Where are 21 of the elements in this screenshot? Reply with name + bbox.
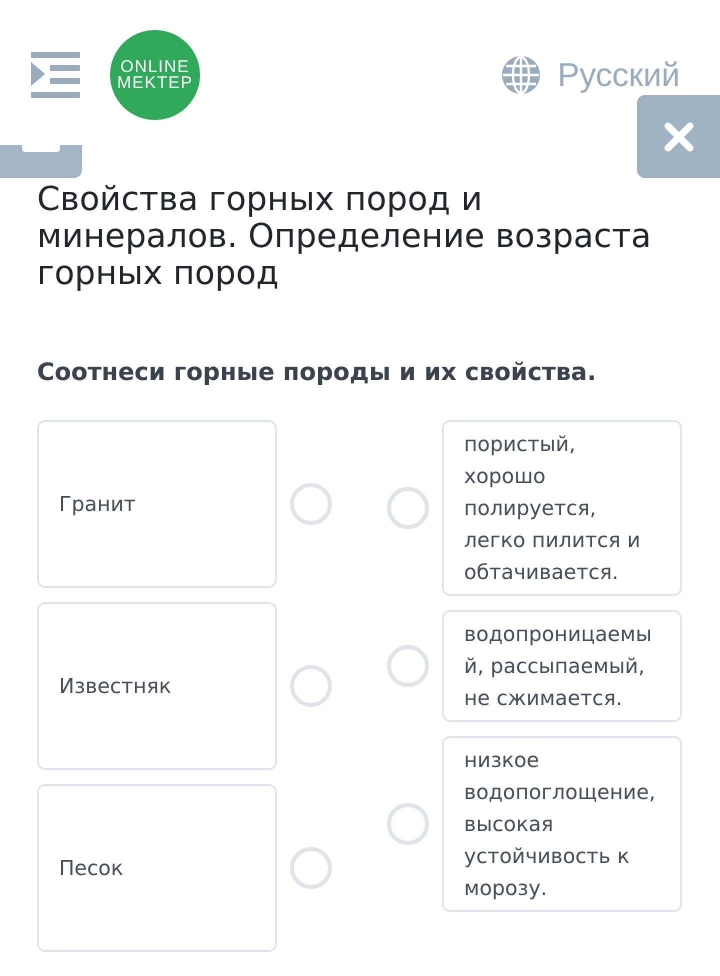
answer-card[interactable]: водопроницаемый, рассыпаемый, не сжимается. [442, 610, 682, 722]
close-icon [664, 122, 694, 152]
page-title: Свойства горных пород и минералов. Определение возраста горных пород [37, 180, 652, 291]
answer-card[interactable]: низкое водопоглощение, высокая устойчивость к морозу. [442, 736, 682, 912]
answer-card[interactable]: Песок [37, 784, 277, 952]
menu-icon[interactable] [31, 52, 81, 98]
logo-text: MEKTEP [117, 75, 193, 91]
logo-text: ONLINE [120, 59, 190, 75]
connector-ring-icon[interactable] [387, 645, 429, 687]
panel-tab[interactable] [0, 145, 82, 178]
question-text: Соотнеси горные породы и их свойства. [37, 357, 598, 388]
connector-ring-icon[interactable] [290, 665, 332, 707]
answer-card[interactable]: Гранит [37, 420, 277, 588]
close-button[interactable] [637, 95, 720, 178]
answer-card[interactable]: пористый, хорошо полируется, легко пилится и обтачивается. [442, 420, 682, 596]
globe-icon [502, 56, 540, 94]
connector-ring-icon[interactable] [387, 803, 429, 845]
connector-ring-icon[interactable] [290, 483, 332, 525]
connector-ring-icon[interactable] [387, 487, 429, 529]
connector-ring-icon[interactable] [290, 847, 332, 889]
answer-card[interactable]: Известняк [37, 602, 277, 770]
